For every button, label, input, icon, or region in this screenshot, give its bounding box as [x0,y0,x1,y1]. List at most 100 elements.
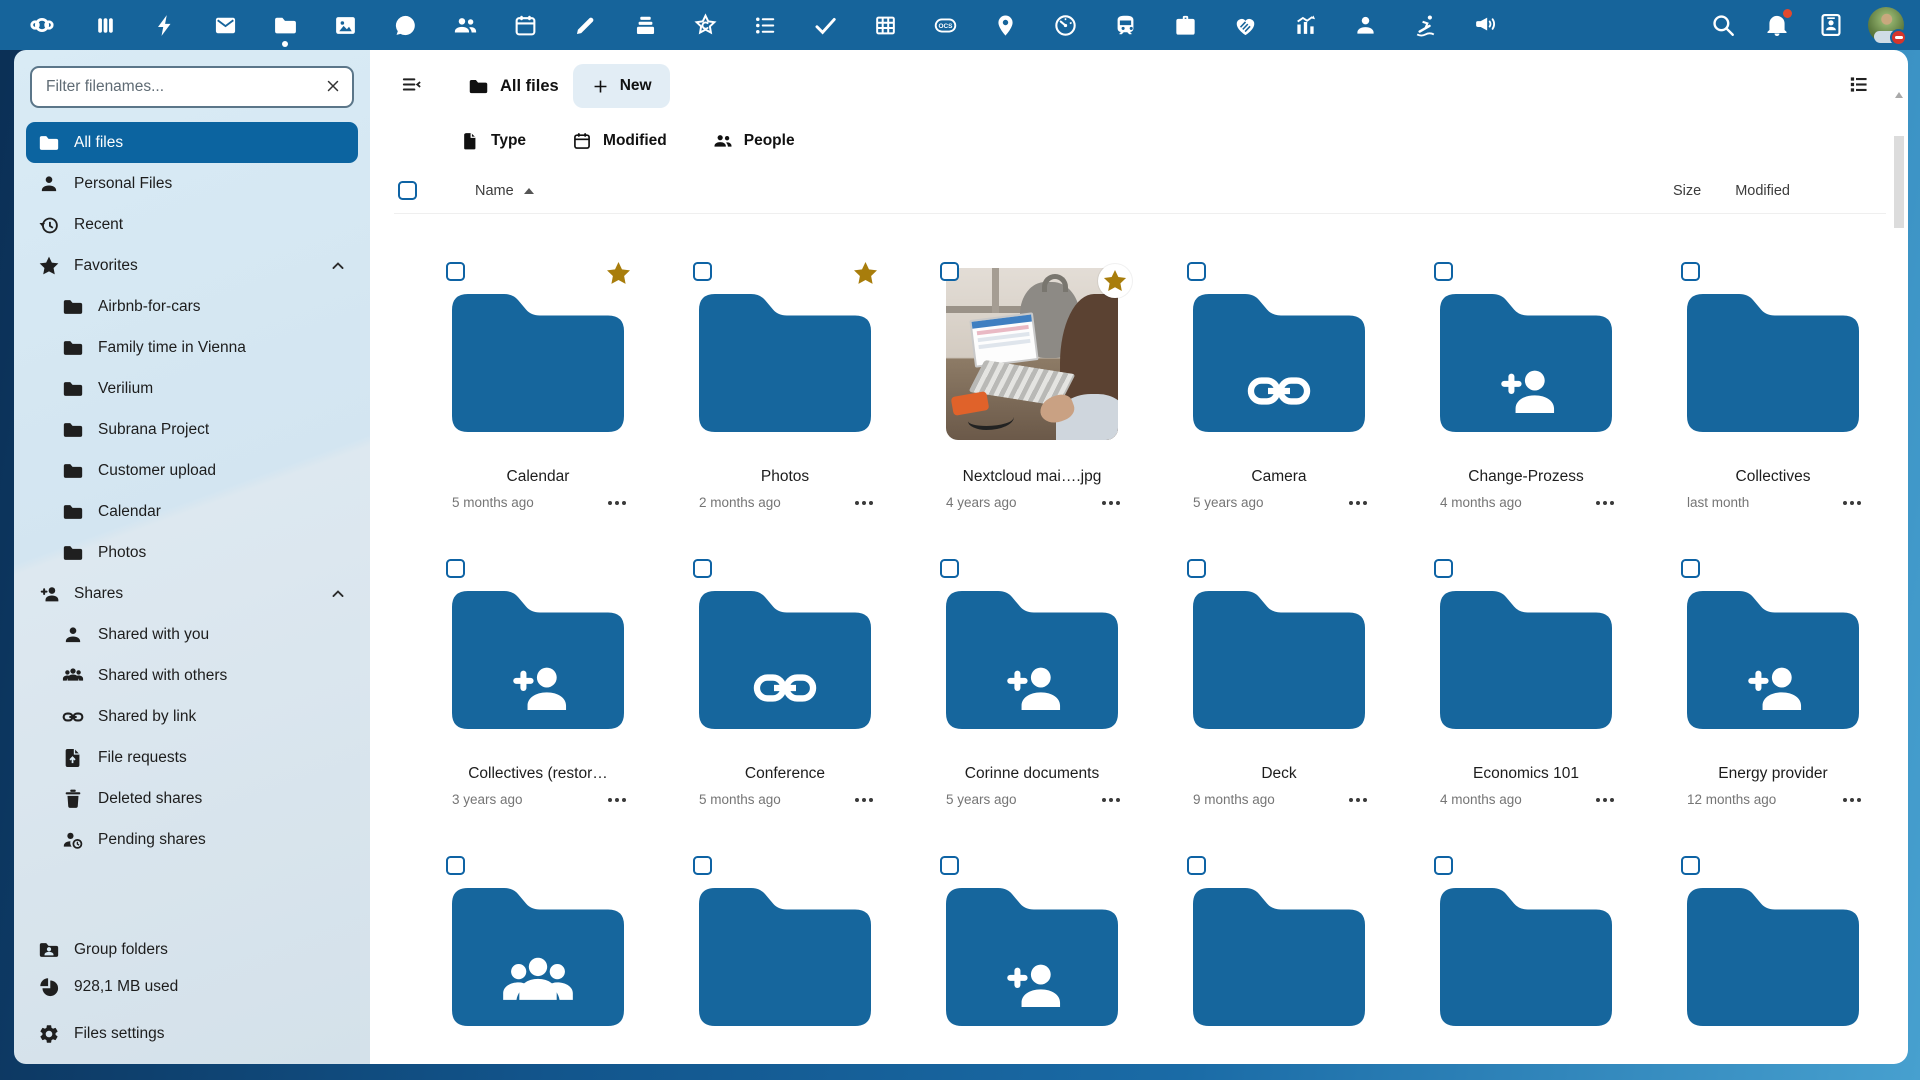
file-checkbox[interactable] [446,262,465,281]
sidebar-item-shares[interactable]: Shares [26,573,358,614]
select-all-checkbox[interactable] [398,181,417,200]
sidebar-item-file-requests[interactable]: File requests [48,737,358,778]
file-tile[interactable]: Deck 9 months ago [1163,559,1395,856]
more-options-icon[interactable] [1596,798,1614,802]
app-tasks-list-button[interactable] [752,0,778,50]
more-options-icon[interactable] [1349,501,1367,505]
app-tables-button[interactable] [872,0,898,50]
contacts-menu-button[interactable] [1814,0,1848,50]
app-surf-button[interactable] [1412,0,1438,50]
file-tile[interactable] [422,856,654,1064]
sort-by-name-button[interactable]: Name [475,183,534,199]
app-maps-button[interactable] [992,0,1018,50]
sidebar-item-favorites[interactable]: Favorites [26,245,358,286]
new-button[interactable]: New [573,64,670,108]
app-ocs-button[interactable]: OCS [932,0,958,50]
sort-by-size-button[interactable]: Size [1673,183,1701,199]
view-toggle-button[interactable] [1838,66,1878,106]
file-checkbox[interactable] [1187,559,1206,578]
file-tile[interactable]: Corinne documents 5 years ago [916,559,1148,856]
chevron-up-icon[interactable] [328,256,348,276]
app-analytics-button[interactable] [1292,0,1318,50]
sidebar-item-files-settings[interactable]: Files settings [26,1015,358,1052]
file-checkbox[interactable] [693,856,712,875]
file-tile[interactable]: Nextcloud mai….jpg 4 years ago [916,262,1148,559]
file-tile[interactable]: Calendar 5 months ago [422,262,654,559]
app-calendar-button[interactable] [512,0,538,50]
file-tile[interactable]: Camera 5 years ago [1163,262,1395,559]
more-options-icon[interactable] [1843,798,1861,802]
file-tile[interactable]: Collectives (restor… 3 years ago [422,559,654,856]
app-collectives-button[interactable] [692,0,718,50]
file-tile[interactable]: Collectives last month [1657,262,1889,559]
app-mail-button[interactable] [212,0,238,50]
user-avatar[interactable] [1868,7,1904,43]
nextcloud-logo[interactable] [14,0,70,50]
app-contacts-button[interactable] [452,0,478,50]
file-checkbox[interactable] [446,856,465,875]
app-activity-button[interactable] [152,0,178,50]
file-checkbox[interactable] [446,559,465,578]
clear-filter-button[interactable] [320,74,346,100]
app-user-button[interactable] [1352,0,1378,50]
more-options-icon[interactable] [1102,798,1120,802]
file-checkbox[interactable] [940,559,959,578]
sidebar-item-group-folders[interactable]: Group folders [26,931,358,968]
notifications-button[interactable] [1760,0,1794,50]
sidebar-item-favorite-folder[interactable]: Family time in Vienna [48,327,358,368]
app-dashboard-button[interactable] [92,0,118,50]
more-options-icon[interactable] [1102,501,1120,505]
file-tile[interactable]: Change-Prozess 4 months ago [1410,262,1642,559]
file-checkbox[interactable] [1434,856,1453,875]
sidebar-item-recent[interactable]: Recent [26,204,358,245]
file-tile[interactable] [1657,856,1889,1064]
sidebar-item-favorite-folder[interactable]: Verilium [48,368,358,409]
more-options-icon[interactable] [608,501,626,505]
sidebar-item-deleted-shares[interactable]: Deleted shares [48,778,358,819]
sort-by-modified-button[interactable]: Modified [1735,183,1790,199]
sidebar-item-favorite-folder[interactable]: Subrana Project [48,409,358,450]
sidebar-item-shared-by-link[interactable]: Shared by link [48,696,358,737]
file-tile[interactable]: Photos 2 months ago [669,262,901,559]
more-options-icon[interactable] [855,501,873,505]
app-notes-button[interactable] [572,0,598,50]
file-checkbox[interactable] [1187,262,1206,281]
filter-filenames-input[interactable] [30,66,354,108]
sidebar-item-favorite-folder[interactable]: Photos [48,532,358,573]
file-checkbox[interactable] [1434,559,1453,578]
file-checkbox[interactable] [1681,856,1700,875]
file-checkbox[interactable] [693,559,712,578]
app-talk-button[interactable] [392,0,418,50]
sidebar-item-favorite-folder[interactable]: Customer upload [48,450,358,491]
app-projects-button[interactable] [1172,0,1198,50]
filter-type-chip[interactable]: Type [460,131,526,151]
filter-modified-chip[interactable]: Modified [572,131,667,151]
file-checkbox[interactable] [1187,856,1206,875]
unified-search-button[interactable] [1706,0,1740,50]
app-trains-button[interactable] [1112,0,1138,50]
app-announcements-button[interactable] [1472,0,1498,50]
app-deck-button[interactable] [632,0,658,50]
sidebar-item-pending-shares[interactable]: Pending shares [48,819,358,860]
file-tile[interactable]: Economics 101 4 months ago [1410,559,1642,856]
collapse-sidebar-button[interactable] [394,69,428,103]
breadcrumb[interactable]: All files [468,76,559,97]
file-checkbox[interactable] [693,262,712,281]
sidebar-item-personal-files[interactable]: Personal Files [26,163,358,204]
file-tile[interactable]: Conference 5 months ago [669,559,901,856]
file-tile[interactable] [1410,856,1642,1064]
app-monitoring-button[interactable] [1052,0,1078,50]
more-options-icon[interactable] [855,798,873,802]
app-care-button[interactable] [1232,0,1258,50]
more-options-icon[interactable] [1843,501,1861,505]
chevron-up-icon[interactable] [328,584,348,604]
sidebar-item-shared-with-others[interactable]: Shared with others [48,655,358,696]
file-tile[interactable]: Energy provider 12 months ago [1657,559,1889,856]
scrollbar-thumb[interactable] [1894,136,1904,228]
more-options-icon[interactable] [608,798,626,802]
file-tile[interactable] [916,856,1148,1064]
sidebar-item-favorite-folder[interactable]: Calendar [48,491,358,532]
file-checkbox[interactable] [940,262,959,281]
more-options-icon[interactable] [1349,798,1367,802]
app-tasks-button[interactable] [812,0,838,50]
